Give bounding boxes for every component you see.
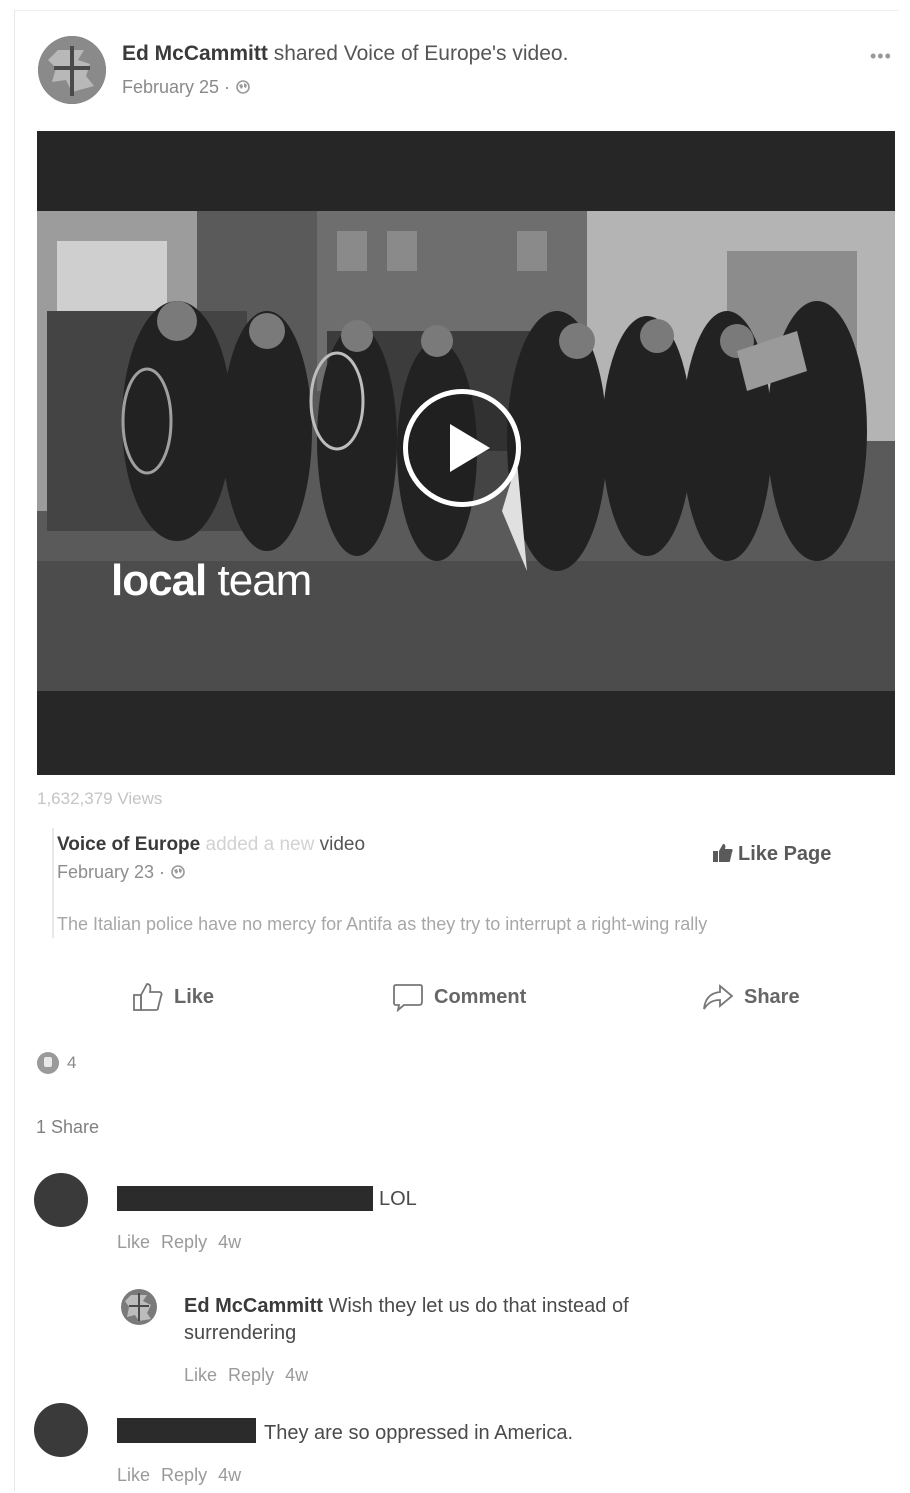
redacted-name xyxy=(117,1418,256,1443)
share-arrow-icon xyxy=(703,984,734,1010)
view-count: 1,632,379 Views xyxy=(37,789,163,808)
reply-like-link[interactable]: Like xyxy=(184,1365,217,1385)
shared-post-header: Voice of Europe added a new video xyxy=(57,834,365,856)
comment-label[interactable]: Comment xyxy=(434,986,526,1009)
thumbs-up-icon xyxy=(713,844,733,862)
share-count[interactable]: 1 Share xyxy=(36,1117,99,1138)
video-letterbox-bottom xyxy=(37,691,895,775)
post-timestamp[interactable]: February 25 · xyxy=(122,77,251,98)
shared-faint-text: added a new xyxy=(200,834,315,855)
comment-time[interactable]: 4w xyxy=(218,1465,241,1485)
comment-reply-link[interactable]: Reply xyxy=(161,1232,207,1252)
globe-icon xyxy=(236,80,250,94)
comment-like-link[interactable]: Like xyxy=(117,1465,150,1485)
post-header: Ed McCammitt shared Voice of Europe's vi… xyxy=(122,42,568,66)
like-page-button[interactable]: Like Page xyxy=(712,843,831,866)
video-watermark: local team xyxy=(111,556,313,606)
commenter-avatar[interactable] xyxy=(34,1403,88,1457)
post-date-text[interactable]: February 25 · xyxy=(122,77,230,97)
video-letterbox-top xyxy=(37,131,895,211)
like-button[interactable]: Like xyxy=(132,982,214,1012)
like-page-label[interactable]: Like Page xyxy=(738,843,831,865)
author-name[interactable]: Ed McCammitt xyxy=(122,42,268,65)
commenter-avatar[interactable] xyxy=(34,1173,88,1227)
comment-text: LOL xyxy=(379,1188,417,1210)
thumbs-up-outline-icon xyxy=(133,983,163,1011)
like-label[interactable]: Like xyxy=(174,986,214,1009)
comment-reply-link[interactable]: Reply xyxy=(161,1465,207,1485)
comment-bubble-icon xyxy=(393,984,423,1012)
watermark-light: team xyxy=(206,556,313,605)
share-button[interactable]: Share xyxy=(702,982,800,1012)
globe-icon xyxy=(171,865,185,879)
comment-actions: Like Reply 4w xyxy=(117,1465,247,1486)
share-label[interactable]: Share xyxy=(744,986,800,1009)
reaction-count[interactable]: 4 xyxy=(67,1053,76,1073)
comment-time[interactable]: 4w xyxy=(218,1232,241,1252)
shared-action-tail: video xyxy=(314,834,366,855)
post-action-text: shared Voice of Europe's video. xyxy=(273,42,569,65)
reply-author-name[interactable]: Ed McCammitt xyxy=(184,1295,323,1317)
redacted-name xyxy=(117,1186,373,1211)
reply-actions: Like Reply 4w xyxy=(184,1365,314,1386)
reaction-summary[interactable]: 4 xyxy=(37,1052,76,1074)
ellipsis-icon[interactable]: ••• xyxy=(870,46,892,67)
reply-time[interactable]: 4w xyxy=(285,1365,308,1385)
reply-reply-link[interactable]: Reply xyxy=(228,1365,274,1385)
comment-actions: Like Reply 4w xyxy=(117,1232,247,1253)
watermark-bold: local xyxy=(111,556,207,605)
author-avatar[interactable] xyxy=(38,36,106,104)
shared-post-timestamp[interactable]: February 23 · xyxy=(57,862,186,883)
comment-like-link[interactable]: Like xyxy=(117,1232,150,1252)
reply-author-avatar[interactable] xyxy=(121,1289,157,1325)
shared-date-text[interactable]: February 23 · xyxy=(57,862,165,882)
shared-page-name[interactable]: Voice of Europe xyxy=(57,834,200,855)
video-player[interactable]: local team xyxy=(37,131,895,775)
like-reaction-icon xyxy=(37,1052,59,1074)
shared-post-caption: The Italian police have no mercy for Ant… xyxy=(57,914,708,934)
play-button[interactable] xyxy=(403,389,521,507)
comment-text: They are so oppressed in America. xyxy=(264,1422,574,1444)
comment-button[interactable]: Comment xyxy=(392,982,526,1012)
reply-text: Ed McCammitt Wish they let us do that in… xyxy=(184,1293,744,1347)
